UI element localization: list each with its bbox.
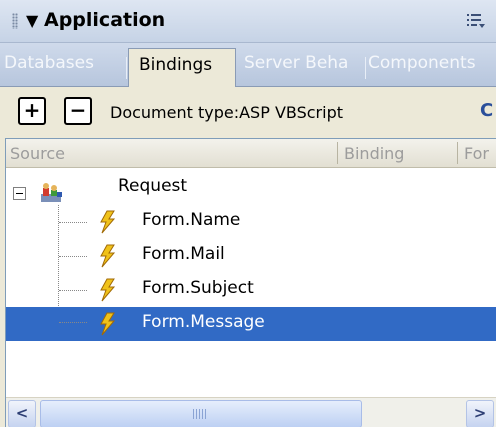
tab-divider — [365, 57, 366, 79]
column-header-source[interactable]: Source — [10, 144, 65, 163]
column-divider[interactable] — [457, 142, 458, 164]
tree-connector — [59, 290, 87, 291]
application-panel: ▼ Application Databases Bindings Server … — [0, 0, 496, 427]
tab-divider — [126, 57, 127, 79]
panel-options-icon[interactable] — [466, 12, 486, 30]
drag-grip-icon[interactable] — [12, 13, 18, 29]
panel-title: Application — [44, 9, 166, 31]
tree-label-form-message: Form.Message — [142, 312, 265, 332]
refresh-icon[interactable]: C — [480, 100, 493, 121]
document-type-label: Document type:ASP VBScript — [110, 103, 343, 122]
form-field-bolt-icon — [100, 244, 116, 268]
tree-label-form-mail: Form.Mail — [142, 244, 225, 264]
scroll-right-button[interactable]: > — [466, 400, 494, 427]
tree-row-form-message[interactable]: Form.Message — [6, 307, 496, 341]
tree-row-request[interactable]: Request — [6, 171, 496, 205]
thumb-grip-icon — [193, 409, 207, 419]
tab-components[interactable]: Components — [368, 53, 476, 73]
tab-bindings[interactable]: Bindings — [128, 48, 236, 88]
request-icon — [41, 183, 62, 202]
form-field-bolt-icon — [100, 278, 116, 302]
collapse-toggle-icon[interactable] — [13, 187, 26, 200]
tab-databases[interactable]: Databases — [4, 53, 94, 73]
collapse-arrow-icon[interactable]: ▼ — [26, 11, 38, 30]
tree-connector — [59, 222, 87, 223]
tree-connector — [59, 322, 87, 323]
tab-bindings-label: Bindings — [139, 55, 213, 75]
bindings-toolbar: + − Document type:ASP VBScript C — [0, 87, 496, 133]
scrollbar-thumb[interactable] — [40, 400, 362, 427]
form-field-bolt-icon — [100, 312, 116, 336]
tree-label-form-name: Form.Name — [142, 210, 241, 230]
column-header-binding[interactable]: Binding — [344, 144, 404, 163]
tab-server-behaviors[interactable]: Server Beha — [244, 53, 348, 73]
column-header-format[interactable]: For — [464, 144, 489, 163]
tree-connector — [59, 256, 87, 257]
tree-label-request: Request — [118, 176, 188, 196]
form-field-bolt-icon — [100, 210, 116, 234]
tree-label-form-subject: Form.Subject — [142, 278, 254, 298]
scroll-left-button[interactable]: < — [8, 400, 36, 427]
remove-binding-button[interactable]: − — [64, 97, 92, 125]
add-binding-button[interactable]: + — [18, 97, 46, 125]
horizontal-scrollbar[interactable]: < > — [6, 397, 496, 427]
panel-titlebar[interactable]: ▼ Application — [0, 0, 496, 43]
table-header: Source Binding For — [6, 139, 496, 168]
tab-bar: Databases Bindings Server Beha Component… — [0, 43, 496, 88]
column-divider[interactable] — [337, 142, 338, 164]
